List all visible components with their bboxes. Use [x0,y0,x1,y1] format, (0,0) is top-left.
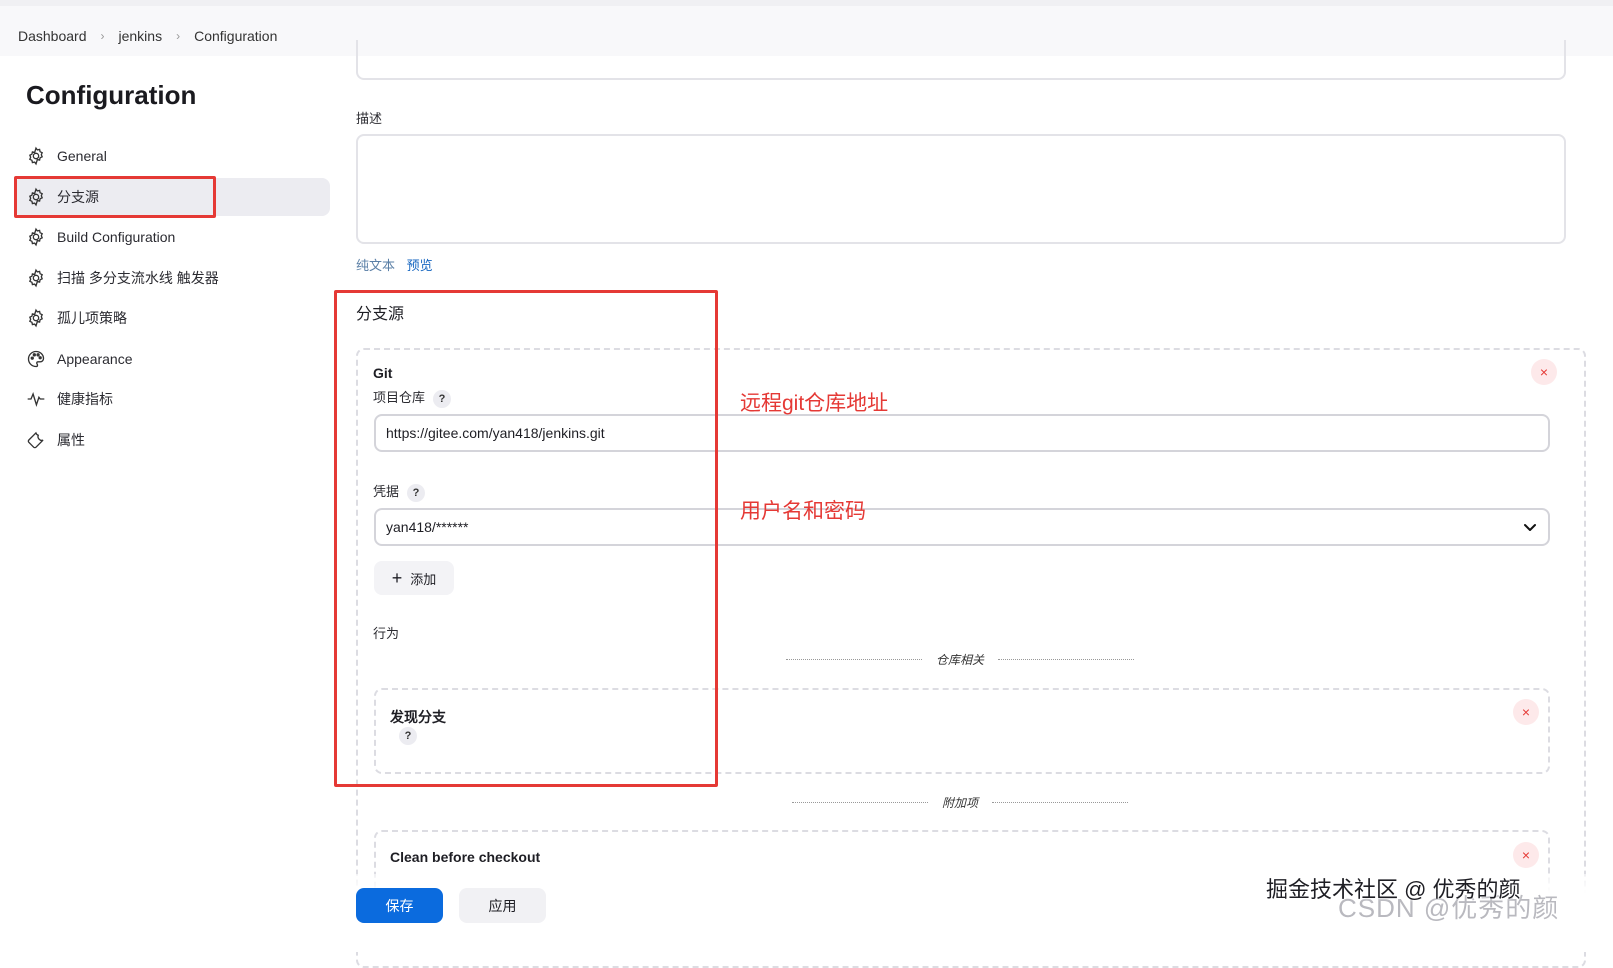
sidebar-item-general[interactable]: General [14,137,330,175]
sidebar-item-label: 属性 [57,432,85,448]
gear-icon [25,267,47,289]
sidebar-item-label: 孤儿项策略 [57,310,127,326]
sidebar-item-label: General [57,148,107,164]
breadcrumb: Dashboard › jenkins › Configuration [18,28,277,44]
annotation-repo-url: 远程git仓库地址 [740,392,889,415]
description-textarea[interactable] [356,134,1566,244]
chevron-right-icon: › [100,29,105,43]
gear-icon [25,307,47,329]
save-button[interactable]: 保存 [356,888,443,923]
highlight-box-branch-source [334,290,718,787]
gear-icon [25,226,47,248]
divider-label: 仓库相关 [936,652,985,667]
repo-related-divider: 仓库相关 [786,651,1135,667]
sidebar-item-health-metrics[interactable]: 健康指标 [14,380,330,418]
clean-before-checkout-title: Clean before checkout [390,849,541,865]
extras-divider: 附加项 [792,794,1129,810]
preview-link[interactable]: 预览 [407,258,433,273]
sidebar-item-label: Build Configuration [57,229,176,245]
plain-text-link[interactable]: 纯文本 [356,258,395,273]
breadcrumb-dashboard[interactable]: Dashboard [18,28,87,44]
chevron-right-icon: › [176,29,181,43]
wrench-icon [25,429,47,451]
name-field-bottom-edge[interactable] [356,40,1566,80]
close-icon[interactable]: × [1531,359,1557,385]
sidebar-item-label: 扫描 多分支流水线 触发器 [57,270,219,286]
sidebar-item-scan-triggers[interactable]: 扫描 多分支流水线 触发器 [14,259,330,297]
sidebar-item-label: Appearance [57,351,133,367]
close-icon[interactable]: × [1513,699,1539,725]
page-title: Configuration [26,80,197,110]
highlight-box-sidebar [14,176,216,218]
sidebar-item-build-configuration[interactable]: Build Configuration [14,218,330,256]
description-label: 描述 [356,111,383,126]
breadcrumb-configuration[interactable]: Configuration [194,28,277,44]
palette-icon [25,348,47,370]
divider-label: 附加项 [942,795,979,810]
annotation-credentials: 用户名和密码 [740,500,866,523]
breadcrumb-jenkins[interactable]: jenkins [119,28,163,44]
watermark-juejin: 掘金技术社区 @ 优秀的颜 [1266,877,1521,902]
sidebar-item-properties[interactable]: 属性 [14,421,330,459]
sidebar-item-appearance[interactable]: Appearance [14,340,330,378]
close-icon[interactable]: × [1513,842,1539,868]
sidebar-item-orphan-strategy[interactable]: 孤儿项策略 [14,299,330,337]
sidebar-item-label: 健康指标 [57,391,113,407]
description-format-links: 纯文本 预览 [356,255,433,274]
apply-button[interactable]: 应用 [459,888,546,923]
chevron-down-icon [1524,524,1536,531]
gear-icon [25,145,47,167]
pulse-icon [25,388,47,410]
